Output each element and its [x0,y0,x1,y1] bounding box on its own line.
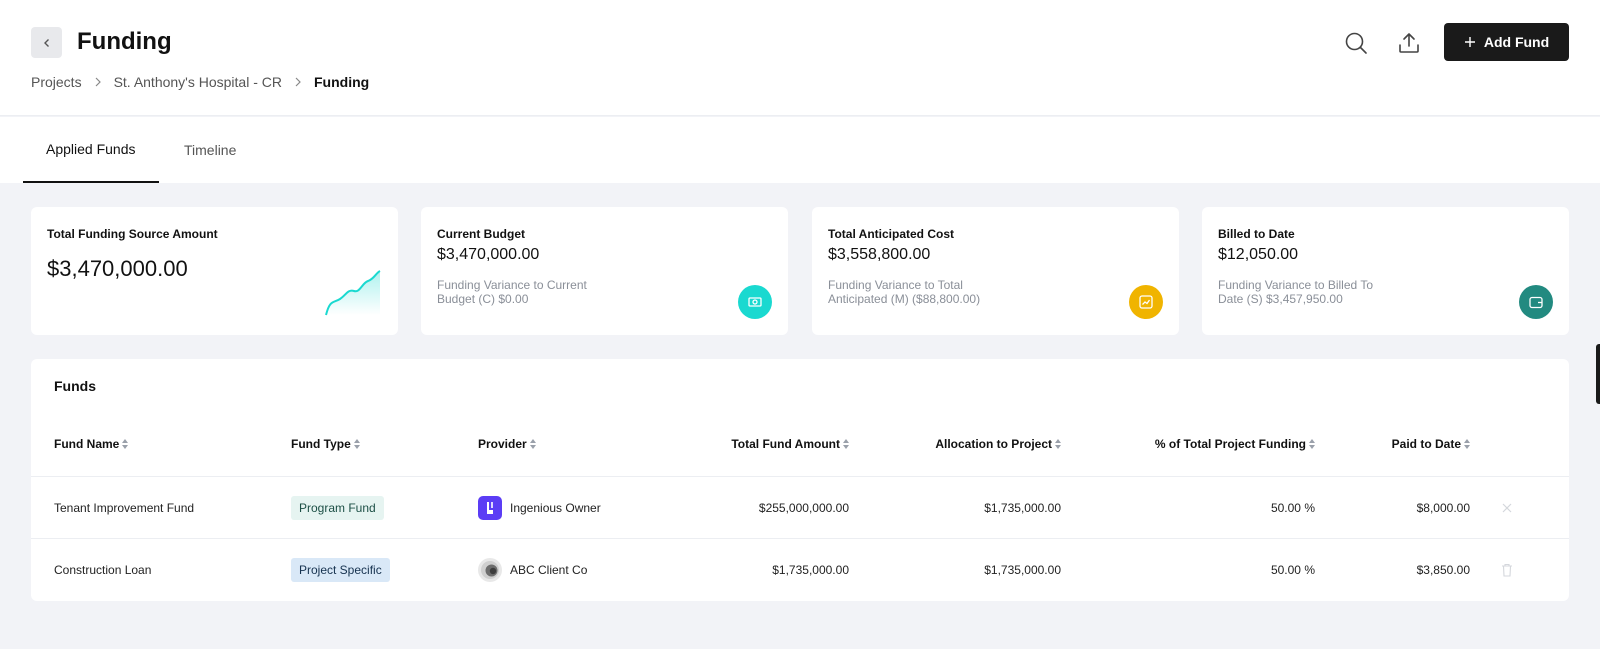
column-header-allocation[interactable]: Allocation to Project [881,437,1061,451]
card-variance: Funding Variance to Billed To Date (S) $… [1218,278,1373,306]
close-icon [1502,503,1512,513]
chevron-left-icon [43,38,49,47]
total-fund-amount-cell: $1,735,000.00 [772,563,849,577]
card-variance: Funding Variance to Total Anticipated (M… [828,278,981,306]
column-header-label: % of Total Project Funding [1154,437,1306,451]
allocation-cell: $1,735,000.00 [984,501,1061,515]
sort-icon [843,439,849,449]
tab-applied-funds[interactable]: Applied Funds [23,117,159,183]
card-current-budget: Current Budget $3,470,000.00 Funding Var… [421,207,788,335]
fund-type-cell: Program Fund [291,477,384,539]
page-header: Funding Projects St. Anthony's Hospital … [0,0,1600,116]
breadcrumb-projects[interactable]: Projects [31,74,82,90]
sort-icon [529,439,536,449]
table-row[interactable]: Construction Loan Project Specific ABC C… [31,538,1569,600]
card-amount: $12,050.00 [1218,246,1299,263]
column-header-fund-name[interactable]: Fund Name [54,437,129,451]
column-header-label: Provider [478,437,527,451]
export-button[interactable] [1392,26,1426,60]
chevron-right-icon [294,77,302,87]
card-label: Total Funding Source Amount [47,227,218,241]
card-amount: $3,558,800.00 [828,246,931,263]
tab-bar: Applied Funds Timeline [0,117,1600,183]
column-header-paid-to-date[interactable]: Paid to Date [1331,437,1470,451]
card-total-funding-source: Total Funding Source Amount $3,470,000.0… [31,207,398,335]
funds-title: Funds [54,378,96,394]
card-variance: Funding Variance to Current Budget (C) $… [437,278,587,306]
column-header-label: Total Fund Amount [731,437,840,451]
sort-icon [1464,439,1470,449]
trend-sparkline-icon [325,270,381,316]
column-header-provider[interactable]: Provider [478,437,536,451]
allocation-cell: $1,735,000.00 [984,563,1061,577]
percent-funding-cell: 50.00 % [1270,501,1315,515]
column-header-fund-type[interactable]: Fund Type [291,437,360,451]
fund-type-badge: Project Specific [291,558,390,582]
trash-icon [1502,563,1512,577]
money-icon [738,285,772,319]
upload-icon [1399,33,1419,53]
provider-name: ABC Client Co [510,563,588,577]
search-icon [1345,32,1367,54]
provider-name: Ingenious Owner [510,501,601,515]
provider-cell: ABC Client Co [478,539,587,601]
column-header-total-fund-amount[interactable]: Total Fund Amount [671,437,849,451]
back-button[interactable] [31,27,62,58]
column-header-label: Paid to Date [1391,437,1461,451]
search-button[interactable] [1339,26,1373,60]
column-header-label: Fund Type [291,437,351,451]
breadcrumb-current: Funding [314,74,370,90]
column-header-percent-funding[interactable]: % of Total Project Funding [1091,437,1315,451]
sort-icon [353,439,360,449]
sort-icon [1055,439,1061,449]
card-label: Current Budget [437,227,525,241]
column-header-label: Fund Name [54,437,120,451]
paid-to-date-cell: $8,000.00 [1416,501,1470,515]
chevron-right-icon [94,77,102,87]
card-amount: $3,470,000.00 [437,246,540,263]
card-amount: $3,470,000.00 [47,256,188,281]
fund-type-badge: Program Fund [291,496,384,520]
paid-to-date-cell: $3,850.00 [1416,563,1470,577]
add-fund-button[interactable]: Add Fund [1444,23,1569,61]
breadcrumb-project[interactable]: St. Anthony's Hospital - CR [114,74,282,90]
table-row[interactable]: Tenant Improvement Fund Program Fund Ing… [31,476,1569,538]
delete-row-button[interactable] [1498,561,1516,579]
column-header-label: Allocation to Project [935,437,1052,451]
chart-icon [1129,285,1163,319]
fund-type-cell: Project Specific [291,539,390,601]
fund-name-cell: Tenant Improvement Fund [54,501,195,515]
sort-icon [1309,439,1315,449]
plus-icon [1464,37,1475,47]
percent-funding-cell: 50.00 % [1270,563,1315,577]
card-total-anticipated-cost: Total Anticipated Cost $3,558,800.00 Fun… [812,207,1179,335]
total-fund-amount-cell: $255,000,000.00 [758,501,849,515]
tab-timeline[interactable]: Timeline [161,117,259,183]
fund-name-cell: Construction Loan [54,563,152,577]
funds-panel: Funds Fund Name Fund Type Provider Total… [31,359,1569,601]
provider-logo-icon [478,496,502,520]
sort-icon [122,439,129,449]
add-fund-label: Add Fund [1483,34,1550,50]
provider-logo-icon [478,558,502,582]
provider-cell: Ingenious Owner [478,477,601,539]
card-label: Total Anticipated Cost [828,227,954,241]
card-billed-to-date: Billed to Date $12,050.00 Funding Varian… [1202,207,1569,335]
page-title: Funding [77,28,172,55]
remove-row-button[interactable] [1498,499,1516,517]
wallet-icon [1519,285,1553,319]
card-label: Billed to Date [1218,227,1295,241]
side-panel-handle[interactable] [1596,344,1600,404]
breadcrumb: Projects St. Anthony's Hospital - CR Fun… [31,72,369,92]
